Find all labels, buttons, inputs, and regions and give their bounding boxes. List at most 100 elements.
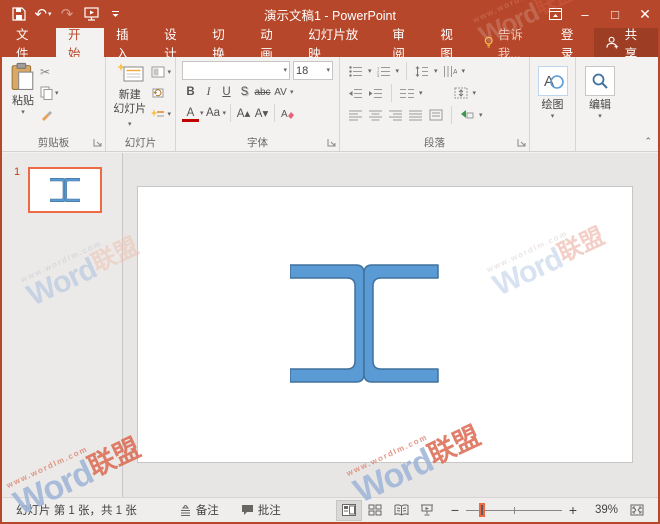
character-spacing-button[interactable]: AV [272,83,289,101]
copy-icon [40,86,53,100]
align-text-button[interactable] [453,86,469,100]
right-bracket-shape [364,265,438,382]
justify-icon [409,110,423,121]
align-center-icon [369,110,383,121]
find-icon [591,72,609,90]
slide-sorter-icon [368,504,382,516]
grow-font-button[interactable]: A▴ [235,104,252,122]
slide[interactable] [137,186,633,463]
text-direction-button[interactable]: A [442,64,458,78]
reading-view-button[interactable] [388,500,414,521]
bullets-button[interactable] [348,64,364,78]
collapse-ribbon-button[interactable]: ⌃ [644,136,652,147]
reset-slide-icon [151,87,165,99]
zoom-level[interactable]: 39% [584,504,618,516]
drawing-button[interactable]: A 绘图 ▾ [534,60,572,135]
tab-design[interactable]: 设计 [152,28,200,57]
editing-button[interactable]: 编辑 ▾ [581,60,619,135]
slide-thumbnail[interactable] [28,167,102,213]
slide-canvas[interactable] [123,153,658,497]
normal-view-button[interactable] [336,500,362,521]
divider [406,62,407,80]
notes-button[interactable]: 备注 [173,498,225,523]
ribbon-display-options-icon [549,8,562,20]
tell-me-label: 告诉我... [498,24,543,62]
paste-icon [10,62,36,92]
columns-button[interactable] [399,86,415,100]
tab-view[interactable]: 视图 [428,28,476,57]
numbering-icon: 123 [377,66,391,77]
font-color-button[interactable]: A [182,107,199,122]
zoom-out-button[interactable]: − [450,502,460,518]
distribute-button[interactable] [428,108,444,122]
zoom-slider[interactable] [466,503,562,517]
clipboard-group-label: 剪贴板 [38,137,70,149]
align-center-button[interactable] [368,108,384,122]
font-size-combo[interactable]: 18 ▾ [293,61,333,80]
fit-slide-button[interactable] [624,500,650,521]
underline-button[interactable]: U [218,83,235,101]
italic-button[interactable]: I [200,83,217,101]
slideshow-view-button[interactable] [414,500,440,521]
section-button[interactable]: ▾ [151,106,171,122]
tab-file[interactable]: 文件 [0,28,56,57]
justify-button[interactable] [408,108,424,122]
font-name-combo[interactable]: ▾ [182,61,290,80]
tell-me-box[interactable]: 告诉我... [476,28,550,57]
paste-button[interactable]: 粘贴 ▾ [6,60,40,135]
font-dialog-launcher-icon[interactable] [327,138,337,148]
strikethrough-button[interactable]: abc [254,83,271,101]
cut-button[interactable]: ✂ [40,64,59,80]
reset-slide-button[interactable] [151,85,171,101]
share-button[interactable]: 共享 [594,28,660,57]
zoom-in-button[interactable]: + [568,502,578,518]
clear-formatting-icon: A [281,107,294,119]
statusbar: 幻灯片 第 1 张，共 1 张 备注 批注 − [2,497,658,522]
share-label: 共享 [625,24,648,62]
columns-icon [400,88,414,99]
tab-slideshow[interactable]: 幻灯片放映 [296,28,380,57]
tab-animations[interactable]: 动画 [248,28,296,57]
tab-review[interactable]: 审阅 [380,28,428,57]
text-shadow-button[interactable]: S [236,83,253,101]
paragraph-dialog-launcher-icon[interactable] [517,138,527,148]
divider [391,84,392,102]
copy-button[interactable]: ▾ [40,85,59,101]
align-left-button[interactable] [348,108,364,122]
zoom-slider-thumb[interactable] [479,503,485,517]
tab-home[interactable]: 开始 [56,28,104,57]
comments-button[interactable]: 批注 [235,498,287,523]
bold-button[interactable]: B [182,83,199,101]
clipboard-dialog-launcher-icon[interactable] [93,138,103,148]
font-color-dropdown-icon: ▾ [200,110,204,117]
decrease-indent-button[interactable] [348,86,364,100]
shrink-font-button[interactable]: A▾ [253,104,270,122]
line-spacing-button[interactable] [414,64,430,78]
sign-in-button[interactable]: 登录 [551,28,595,57]
align-right-button[interactable] [388,108,404,122]
svg-text:3: 3 [377,73,380,77]
bullets-icon [349,66,363,77]
new-slide-button[interactable]: 新建 幻灯片 ▾ [110,60,149,135]
tab-insert[interactable]: 插入 [104,28,152,57]
clear-formatting-button[interactable]: A [279,104,296,122]
divider [230,104,231,122]
line-spacing-icon [415,66,429,77]
numbering-button[interactable]: 123 [376,64,392,78]
left-bracket-shape [290,265,364,382]
tab-transitions[interactable]: 切换 [200,28,248,57]
slide-indicator: 幻灯片 第 1 张，共 1 张 [10,498,143,523]
align-text-dropdown-icon: ▾ [473,90,477,97]
i-beam-shape[interactable] [290,264,440,383]
slide-sorter-view-button[interactable] [362,500,388,521]
font-group-label: 字体 [247,137,268,149]
layout-dropdown-icon: ▾ [167,69,171,76]
change-case-dropdown-icon: ▾ [223,110,227,117]
powerpoint-window: ↶ ▾ ↷ 演示文稿1 - PowerPoint – □ ✕ 文件 开始 [0,0,660,524]
slide-layout-button[interactable]: ▾ [151,64,171,80]
smartart-convert-button[interactable] [459,108,475,122]
change-case-button[interactable]: Aa [205,104,222,122]
format-painter-button[interactable] [40,106,59,122]
increase-indent-icon [369,88,383,99]
increase-indent-button[interactable] [368,86,384,100]
